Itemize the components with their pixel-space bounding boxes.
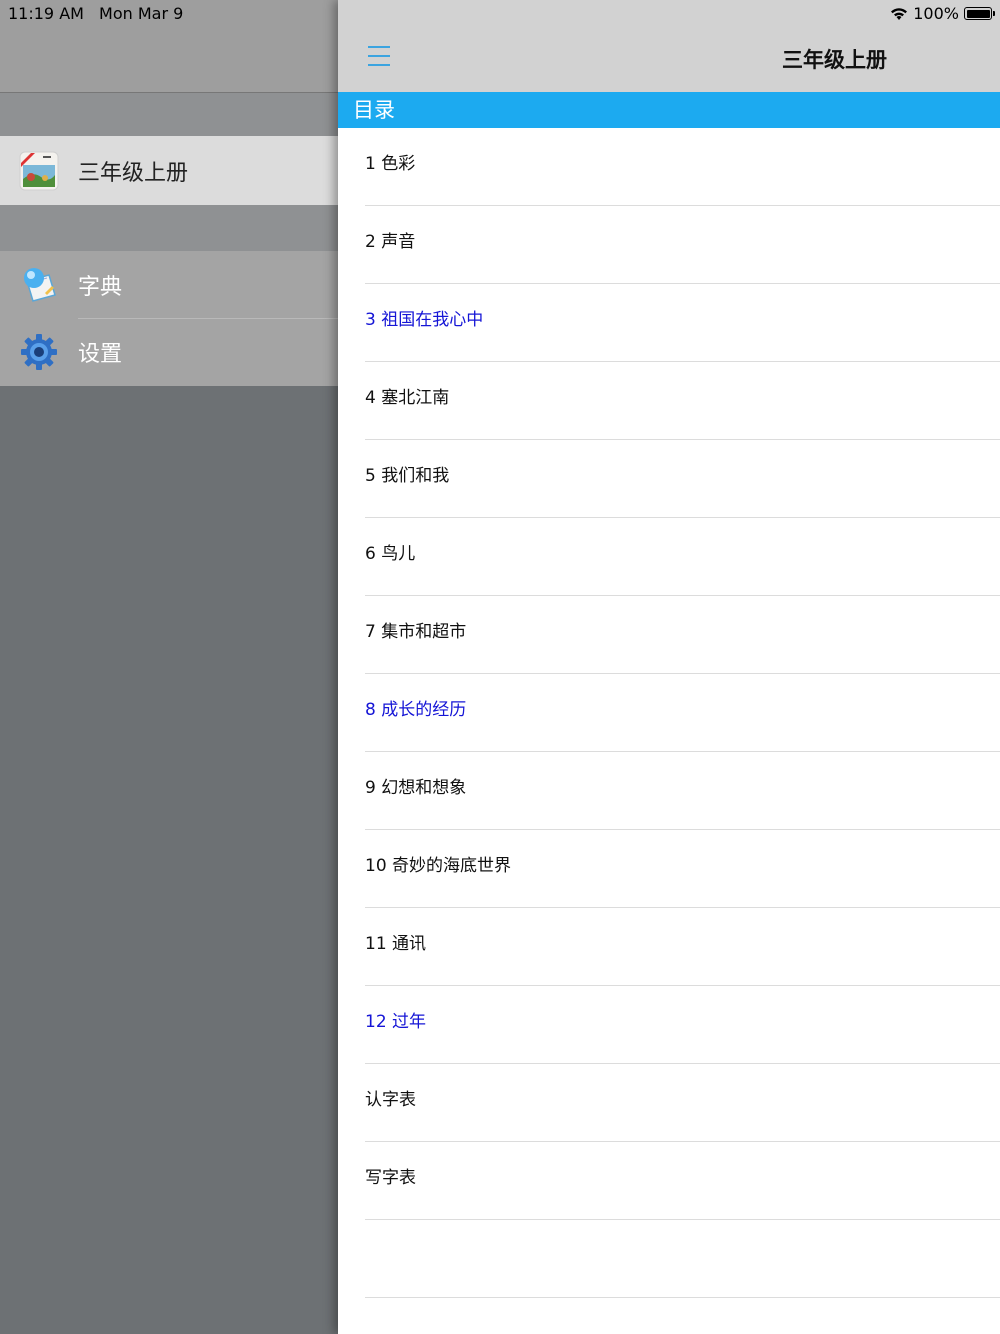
list-item[interactable]: 8 成长的经历 bbox=[338, 674, 1000, 752]
section-header: 目录 bbox=[338, 92, 1000, 128]
list-item[interactable]: 11 通讯 bbox=[338, 908, 1000, 986]
dictionary-icon bbox=[24, 267, 56, 302]
list-item[interactable]: 认字表 bbox=[338, 1064, 1000, 1142]
drawer-item-label: 字典 bbox=[78, 274, 123, 300]
wifi-icon bbox=[891, 8, 908, 20]
list-item-label: 12 过年 bbox=[365, 1012, 427, 1032]
list-item-label: 4 塞北江南 bbox=[365, 388, 450, 408]
battery-percentage: 100% bbox=[913, 4, 959, 23]
list-item[interactable]: 写字表 bbox=[338, 1142, 1000, 1220]
status-date: Mon Mar 9 bbox=[99, 4, 184, 23]
list-item-label: 7 集市和超市 bbox=[365, 622, 467, 642]
list-item-label: 认字表 bbox=[365, 1090, 416, 1110]
list-item[interactable]: 9 幻想和想象 bbox=[338, 752, 1000, 830]
list-item-label: 11 通讯 bbox=[365, 934, 427, 954]
toc-list: 1 色彩 2 声音 3 祖国在我心中 4 塞北江南 5 我们和我 6 鸟儿 7 集市和超市 8… bbox=[338, 128, 1000, 1298]
drawer-item-book[interactable]: 三年级上册 bbox=[0, 136, 338, 205]
list-item-label: 5 我们和我 bbox=[365, 466, 450, 486]
list-item[interactable]: 6 鸟儿 bbox=[338, 518, 1000, 596]
status-bar: 11:19 AM Mon Mar 9 100% bbox=[0, 0, 1000, 26]
drawer-section-divider bbox=[0, 93, 338, 136]
list-item-label: 6 鸟儿 bbox=[365, 544, 416, 564]
book-cover-icon bbox=[19, 151, 59, 190]
list-item[interactable]: 3 祖国在我心中 bbox=[338, 284, 1000, 362]
list-item-label: 8 成长的经历 bbox=[365, 700, 467, 720]
menu-icon[interactable] bbox=[368, 46, 394, 68]
list-item[interactable]: 7 集市和超市 bbox=[338, 596, 1000, 674]
page-title: 三年级上册 bbox=[782, 48, 887, 72]
list-item-label: 写字表 bbox=[365, 1168, 416, 1188]
list-item-label: 9 幻想和想象 bbox=[365, 778, 467, 798]
list-item[interactable]: 12 过年 bbox=[338, 986, 1000, 1064]
list-item-label: 3 祖国在我心中 bbox=[365, 310, 484, 330]
list-item-label: 1 色彩 bbox=[365, 154, 416, 174]
list-item[interactable]: 1 色彩 bbox=[338, 128, 1000, 206]
main-panel: 目录 1 色彩 2 声音 3 祖国在我心中 4 塞北江南 5 我们和我 6 鸟儿 7 集市和… bbox=[338, 0, 1000, 1334]
drawer-book-label: 三年级上册 bbox=[78, 160, 189, 186]
list-item[interactable]: 10 奇妙的海底世界 bbox=[338, 830, 1000, 908]
drawer-section-divider bbox=[0, 205, 338, 251]
list-item-label: 10 奇妙的海底世界 bbox=[365, 856, 512, 876]
drawer-item-dictionary[interactable]: 字典 bbox=[0, 251, 338, 318]
drawer-tools: 字典 设置 bbox=[0, 251, 338, 386]
status-time: 11:19 AM bbox=[8, 4, 84, 23]
drawer-item-settings[interactable]: 设置 bbox=[0, 318, 338, 385]
list-item[interactable]: 4 塞北江南 bbox=[338, 362, 1000, 440]
list-item[interactable]: 5 我们和我 bbox=[338, 440, 1000, 518]
list-item-label: 2 声音 bbox=[365, 232, 416, 252]
gear-icon bbox=[21, 333, 57, 370]
list-item[interactable]: 2 声音 bbox=[338, 206, 1000, 284]
side-drawer: 三年级上册 字典 设置 bbox=[0, 0, 338, 1334]
drawer-item-label: 设置 bbox=[78, 341, 123, 367]
battery-icon bbox=[964, 7, 995, 20]
list-item[interactable] bbox=[338, 1220, 1000, 1298]
